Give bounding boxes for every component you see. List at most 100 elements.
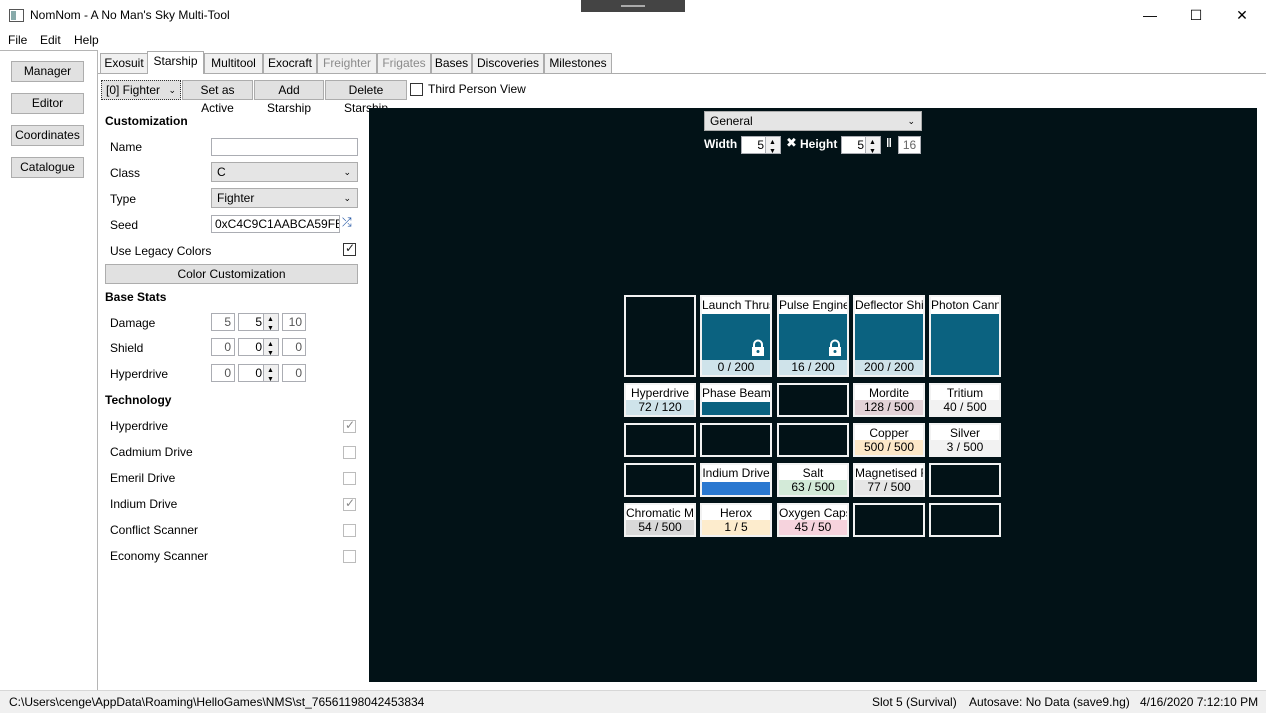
shield-max: 0 bbox=[282, 338, 306, 356]
inventory-slot-empty[interactable] bbox=[624, 295, 696, 377]
technology-item-label: Conflict Scanner bbox=[110, 523, 199, 537]
slot-amount: 500 / 500 bbox=[855, 440, 923, 455]
inventory-slot[interactable]: Hyperdrive 72 / 120 bbox=[624, 383, 696, 417]
inventory-category-select[interactable]: General ⌄ bbox=[704, 111, 922, 131]
inventory-slot[interactable]: Deflector Shie 200 / 200 bbox=[853, 295, 925, 377]
slot-amount: 54 / 500 bbox=[626, 520, 694, 535]
nav-coordinates-button[interactable]: Coordinates bbox=[11, 125, 84, 146]
lock-icon bbox=[752, 339, 764, 356]
technology-header: Technology bbox=[105, 393, 172, 407]
shield-min: 0 bbox=[211, 338, 235, 356]
inventory-slot[interactable]: Indium Drive bbox=[700, 463, 772, 497]
equals-icon: ‖ bbox=[886, 136, 892, 150]
multiply-icon: ✖ bbox=[786, 135, 797, 150]
slot-amount: 0 / 200 bbox=[702, 360, 770, 375]
drag-handle[interactable] bbox=[581, 0, 685, 12]
inventory-slot[interactable]: Launch Thrust 0 / 200 bbox=[700, 295, 772, 377]
slot-amount: 72 / 120 bbox=[626, 400, 694, 415]
technology-item-checkbox[interactable] bbox=[343, 524, 356, 537]
base-stats-header: Base Stats bbox=[105, 290, 167, 304]
save-path: C:\Users\cenge\AppData\Roaming\HelloGame… bbox=[9, 695, 425, 709]
spin-arrows-icon[interactable] bbox=[263, 363, 278, 388]
hyperdrive-min: 0 bbox=[211, 364, 235, 382]
spin-arrows-icon[interactable] bbox=[263, 337, 278, 362]
spin-arrows-icon[interactable] bbox=[865, 135, 880, 160]
seed-field[interactable]: 0xC4C9C1AABCA59FE6 bbox=[211, 215, 340, 233]
tab-bases[interactable]: Bases bbox=[431, 53, 472, 74]
inventory-slot-empty[interactable] bbox=[624, 463, 696, 497]
inventory-slot[interactable]: Magnetised Fe77 / 500 bbox=[853, 463, 925, 497]
inventory-slot[interactable]: Chromatic Me 54 / 500 bbox=[624, 503, 696, 537]
menu-edit[interactable]: Edit bbox=[40, 33, 61, 47]
technology-item-checkbox[interactable] bbox=[343, 418, 356, 433]
nav-manager-button[interactable]: Manager bbox=[11, 61, 84, 82]
class-select[interactable]: C ⌄ bbox=[211, 162, 358, 182]
shuffle-icon[interactable]: ⤮ bbox=[342, 215, 352, 230]
inventory-slot[interactable]: Mordite 128 / 500 bbox=[853, 383, 925, 417]
height-stepper[interactable]: 5 bbox=[841, 135, 881, 160]
width-stepper[interactable]: 5 bbox=[741, 135, 781, 160]
set-active-button[interactable]: Set as Active bbox=[182, 80, 253, 115]
slot-amount: 45 / 50 bbox=[779, 520, 847, 535]
name-field[interactable] bbox=[211, 138, 358, 156]
color-customization-button[interactable]: Color Customization bbox=[105, 264, 358, 284]
inventory-slot-empty[interactable] bbox=[777, 383, 849, 417]
spin-arrows-icon[interactable] bbox=[263, 312, 278, 337]
tab-discoveries[interactable]: Discoveries bbox=[472, 53, 544, 74]
close-button[interactable]: ✕ bbox=[1219, 0, 1265, 30]
nav-catalogue-button[interactable]: Catalogue bbox=[11, 157, 84, 178]
inventory-slot[interactable]: Silver 3 / 500 bbox=[929, 423, 1001, 457]
technology-item-label: Emeril Drive bbox=[110, 471, 176, 485]
inventory-slot[interactable]: Pulse Engine 16 / 200 bbox=[777, 295, 849, 377]
inventory-slot[interactable]: Copper 500 / 500 bbox=[853, 423, 925, 457]
third-person-checkbox[interactable] bbox=[410, 83, 423, 96]
inventory-slot-empty[interactable] bbox=[853, 503, 925, 537]
damage-label: Damage bbox=[110, 316, 156, 330]
tab-frigates[interactable]: Frigates bbox=[377, 53, 431, 74]
width-label: Width bbox=[704, 137, 738, 151]
add-starship-button[interactable]: Add Starship bbox=[254, 80, 324, 115]
legacy-colors-label: Use Legacy Colors bbox=[110, 244, 212, 258]
legacy-colors-checkbox[interactable] bbox=[343, 241, 356, 256]
chevron-down-icon: ⌄ bbox=[168, 85, 176, 95]
inventory-slot-empty[interactable] bbox=[777, 423, 849, 457]
inventory-slot[interactable]: Phase Beam bbox=[700, 383, 772, 417]
type-select[interactable]: Fighter ⌄ bbox=[211, 188, 358, 208]
menu-file[interactable]: File bbox=[8, 33, 27, 47]
technology-item-checkbox[interactable] bbox=[343, 446, 356, 459]
type-label: Type bbox=[110, 192, 137, 206]
tab-exocraft[interactable]: Exocraft bbox=[263, 53, 317, 74]
tab-starship[interactable]: Starship bbox=[147, 51, 204, 74]
width-value: 5 bbox=[757, 138, 764, 152]
menu-help[interactable]: Help bbox=[74, 33, 99, 47]
tab-exosuit[interactable]: Exosuit bbox=[100, 53, 148, 74]
app-icon bbox=[9, 9, 24, 22]
third-person-label: Third Person View bbox=[428, 82, 526, 96]
damage-stepper[interactable]: 5 bbox=[238, 312, 279, 337]
inventory-slot[interactable]: Tritium 40 / 500 bbox=[929, 383, 1001, 417]
save-slot: Slot 5 (Survival) bbox=[872, 695, 957, 709]
technology-item-checkbox[interactable] bbox=[343, 496, 356, 511]
inventory-slot-empty[interactable] bbox=[929, 463, 1001, 497]
inventory-slot-empty[interactable] bbox=[624, 423, 696, 457]
shield-stepper[interactable]: 0 bbox=[238, 337, 279, 362]
nav-editor-button[interactable]: Editor bbox=[11, 93, 84, 114]
tab-multitool[interactable]: Multitool bbox=[204, 53, 263, 74]
spin-arrows-icon[interactable] bbox=[765, 135, 780, 160]
technology-item-checkbox[interactable] bbox=[343, 472, 356, 485]
inventory-slot-empty[interactable] bbox=[700, 423, 772, 457]
inventory-slot[interactable]: Herox 1 / 5 bbox=[700, 503, 772, 537]
minimize-button[interactable]: — bbox=[1127, 0, 1173, 30]
ship-select[interactable]: [0] Fighter ⌄ bbox=[101, 80, 181, 100]
tab-milestones[interactable]: Milestones bbox=[544, 53, 612, 74]
hyperdrive-stepper[interactable]: 0 bbox=[238, 363, 279, 388]
inventory-slot[interactable]: Salt 63 / 500 bbox=[777, 463, 849, 497]
maximize-button[interactable]: ☐ bbox=[1173, 0, 1219, 30]
inventory-slot[interactable]: Oxygen Capsu45 / 50 bbox=[777, 503, 849, 537]
inventory-slot[interactable]: Photon Canno bbox=[929, 295, 1001, 377]
tab-freighter[interactable]: Freighter bbox=[317, 53, 377, 74]
inventory-slot-empty[interactable] bbox=[929, 503, 1001, 537]
delete-starship-button[interactable]: Delete Starship bbox=[325, 80, 407, 115]
technology-item-checkbox[interactable] bbox=[343, 550, 356, 563]
slot-fill bbox=[702, 482, 770, 495]
